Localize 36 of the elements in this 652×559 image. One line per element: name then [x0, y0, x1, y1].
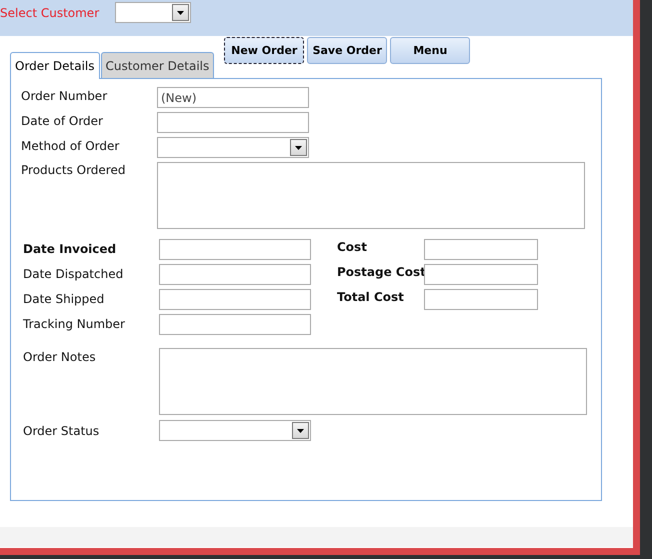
dropdown-field[interactable]: [159, 420, 311, 441]
text-area[interactable]: [159, 348, 587, 415]
toolbar-button[interactable]: New Order: [224, 37, 304, 64]
field-label: Order Notes: [23, 349, 97, 366]
dropdown-field[interactable]: [115, 2, 192, 23]
field-label: Postage Cost: [337, 264, 424, 281]
field-label: Cost: [337, 239, 368, 256]
toolbar-button[interactable]: Save Order: [307, 37, 388, 64]
caret-icon: [177, 10, 184, 14]
field-label: Date Dispatched: [23, 266, 124, 283]
text-field[interactable]: [424, 264, 538, 285]
field-label: Date of Order: [21, 113, 104, 130]
customer-label: Select Customer: [0, 6, 100, 20]
dropdown-field[interactable]: [157, 137, 309, 158]
field-label: Date Shipped: [23, 291, 106, 308]
caret-icon: [295, 146, 302, 150]
text-field[interactable]: [424, 289, 538, 310]
field-label: Method of Order: [21, 138, 120, 155]
field-label: Order Number: [21, 88, 108, 105]
text-field[interactable]: [159, 289, 311, 310]
text-field[interactable]: [424, 239, 538, 260]
field-label: Order Status: [23, 423, 100, 440]
text-area[interactable]: [157, 162, 585, 229]
field-label: Products Ordered: [21, 162, 126, 179]
tab[interactable]: Customer Details: [100, 52, 214, 78]
toolbar-button[interactable]: Menu: [390, 37, 470, 64]
caret-icon: [297, 428, 304, 432]
text-field[interactable]: [159, 314, 311, 335]
tab[interactable]: Order Details: [10, 52, 100, 79]
text-field[interactable]: [157, 112, 309, 133]
text-field[interactable]: [159, 264, 311, 285]
field-label: Date Invoiced: [23, 241, 118, 258]
text-field[interactable]: [159, 239, 311, 260]
field-label: Tracking Number: [23, 316, 126, 333]
text-field[interactable]: (New): [157, 87, 309, 108]
field-label: Total Cost: [337, 289, 405, 306]
